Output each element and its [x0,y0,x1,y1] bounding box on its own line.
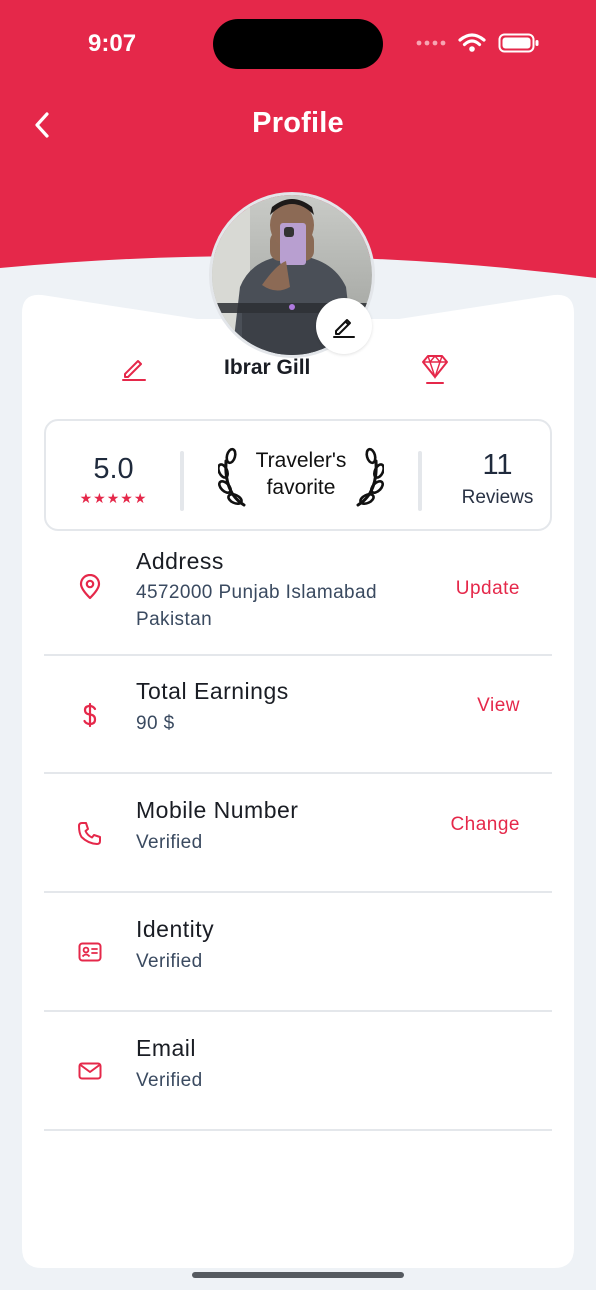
stats-box: 5.0 ★★★★★ Traveler's favorite 11 Reviews [44,419,552,531]
row-title: Address [136,548,224,574]
laurel-right-icon [356,447,384,507]
row-title: Total Earnings [136,678,289,704]
avatar-edit-button[interactable] [316,298,372,354]
signal-icon [416,40,446,46]
badge-line-2: favorite [266,476,336,499]
home-indicator [192,1272,404,1278]
list-item-address[interactable]: Address 4572000 Punjab Islamabad Pakista… [44,532,552,656]
reviews-label: Reviews [461,487,534,508]
row-subtitle: 90 $ [136,713,175,734]
status-time: 9:07 [88,30,137,57]
badge-text: Traveler's favorite [250,447,352,501]
view-earnings-button[interactable]: View [477,695,520,717]
badge-line-1: Traveler's [255,449,347,472]
profile-info-list: Address 4572000 Punjab Islamabad Pakista… [44,532,552,1131]
wifi-icon [458,33,486,52]
list-item-mobile[interactable]: Mobile Number Verified Change [44,774,552,893]
user-name: Ibrar Gill [224,356,311,379]
dynamic-island [213,19,383,69]
rating-stars: ★★★★★ [79,490,148,506]
location-pin-icon [79,574,101,600]
stats-divider [418,451,422,511]
navigation-bar: Profile [0,95,596,155]
list-item-identity[interactable]: Identity Verified [44,893,552,1012]
reviews-stat[interactable]: 11 Reviews [441,421,554,529]
id-card-icon [78,942,102,962]
stats-divider [180,451,184,511]
phone-icon [78,822,101,845]
diamond-icon[interactable] [417,350,453,386]
row-title: Mobile Number [136,797,299,823]
rating-stat: 5.0 ★★★★★ [46,421,181,529]
page-title: Profile [252,107,344,139]
status-icons [416,33,540,53]
pencil-icon [333,319,355,338]
list-item-email[interactable]: Email Verified [44,1012,552,1131]
dollar-icon [83,702,97,728]
row-title: Identity [136,916,215,942]
reviews-count: 11 [482,449,513,481]
update-address-button[interactable]: Update [456,578,520,600]
laurel-left-icon [218,447,246,507]
mail-icon [78,1062,102,1080]
row-subtitle: Verified [136,951,203,972]
row-subtitle: Verified [136,832,203,853]
battery-icon [498,33,539,53]
row-subtitle: 4572000 Punjab Islamabad Pakistan [136,582,377,630]
list-item-earnings[interactable]: Total Earnings 90 $ View [44,656,552,774]
row-title: Email [136,1035,197,1061]
status-bar: 9:07 [0,0,596,90]
edit-name-icon[interactable] [118,352,150,384]
row-subtitle: Verified [136,1070,203,1091]
rating-value: 5.0 [93,453,134,485]
travelers-favorite-badge: Traveler's favorite [216,443,386,513]
change-mobile-button[interactable]: Change [450,814,520,836]
